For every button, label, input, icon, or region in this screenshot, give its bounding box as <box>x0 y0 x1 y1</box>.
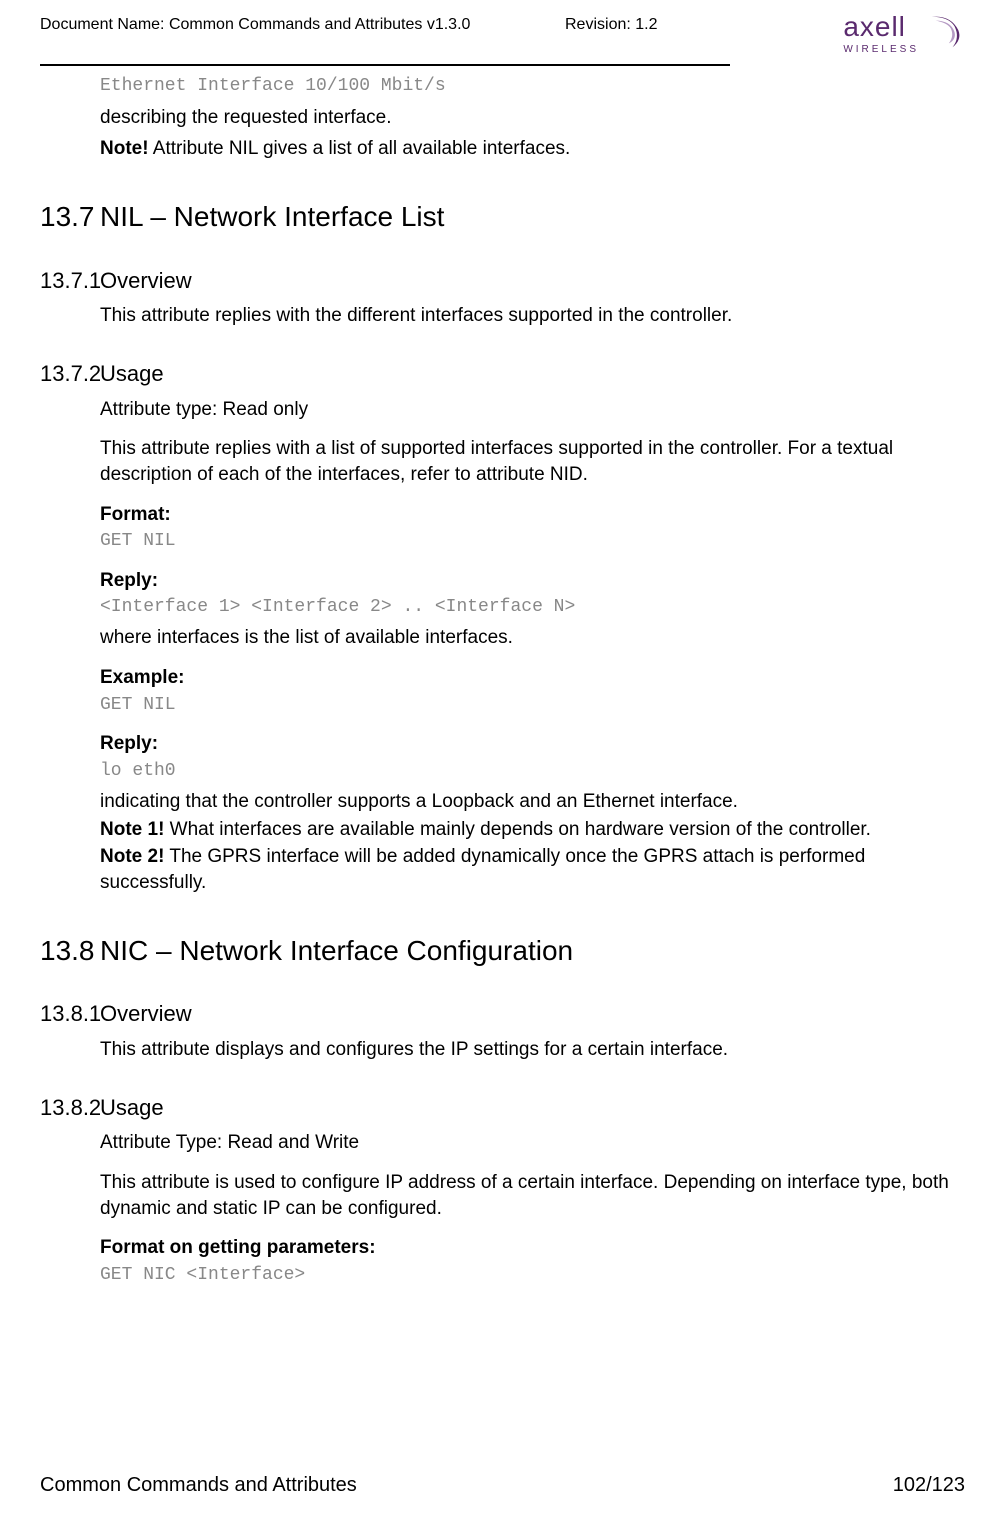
example-code: GET NIL <box>100 693 955 717</box>
usage-desc-text: This attribute is used to configure IP a… <box>100 1170 955 1221</box>
section-13-7: 13.7 NIL – Network Interface List <box>100 198 955 236</box>
doc-name: Document Name: Common Commands and Attri… <box>40 14 565 36</box>
note1-text: What interfaces are available mainly dep… <box>164 819 871 840</box>
page: Document Name: Common Commands and Attri… <box>0 0 1005 1287</box>
header-rule <box>40 64 730 66</box>
note2-text: The GPRS interface will be added dynamic… <box>100 846 865 893</box>
overview-text: This attribute replies with the differen… <box>100 303 955 329</box>
reply2-label: Reply: <box>100 731 955 757</box>
attr-type-text: Attribute Type: Read and Write <box>100 1130 955 1156</box>
note2-label: Note 2! <box>100 846 164 867</box>
format-label: Format: <box>100 502 955 528</box>
content-body: Ethernet Interface 10/100 Mbit/s describ… <box>40 74 965 1287</box>
section-number: 13.7.2 <box>40 359 120 389</box>
section-number: 13.7.1 <box>40 266 120 296</box>
logo-text: axell <box>843 8 921 46</box>
section-title: NIC – Network Interface Configuration <box>100 932 573 970</box>
example-label: Example: <box>100 665 955 691</box>
describing-text: describing the requested interface. <box>100 105 955 131</box>
reply-code: <Interface 1> <Interface 2> .. <Interfac… <box>100 595 955 619</box>
section-number: 13.8 <box>40 932 120 970</box>
attr-type-text: Attribute type: Read only <box>100 397 955 423</box>
section-13-7-2: 13.7.2 Usage <box>100 359 955 389</box>
format-code: GET NIL <box>100 529 955 553</box>
section-13-8-1: 13.8.1 Overview <box>100 999 955 1029</box>
section-13-7-1: 13.7.1 Overview <box>100 266 955 296</box>
doc-revision: Revision: 1.2 <box>565 14 785 36</box>
footer: Common Commands and Attributes 102/123 <box>40 1472 965 1499</box>
section-title: NIL – Network Interface List <box>100 198 444 236</box>
note-text: Attribute NIL gives a list of all availa… <box>149 138 571 159</box>
logo: axell WIRELESS <box>785 8 965 56</box>
overview-text: This attribute displays and configures t… <box>100 1037 955 1063</box>
footer-title: Common Commands and Attributes <box>40 1472 357 1499</box>
section-13-8-2: 13.8.2 Usage <box>100 1093 955 1123</box>
doc-header: Document Name: Common Commands and Attri… <box>40 10 965 62</box>
section-number: 13.8.1 <box>40 999 120 1029</box>
reply-desc: where interfaces is the list of availabl… <box>100 625 955 651</box>
section-number: 13.8.2 <box>40 1093 120 1123</box>
usage-desc-text: This attribute replies with a list of su… <box>100 436 955 487</box>
format-label: Format on getting parameters: <box>100 1235 955 1261</box>
format-code: GET NIC <Interface> <box>100 1263 955 1287</box>
reply2-desc: indicating that the controller supports … <box>100 789 955 815</box>
note1-label: Note 1! <box>100 819 164 840</box>
footer-page: 102/123 <box>893 1472 965 1499</box>
section-number: 13.7 <box>40 198 120 236</box>
logo-swoosh-icon <box>925 13 965 51</box>
ethernet-code-line: Ethernet Interface 10/100 Mbit/s <box>100 74 955 98</box>
note-label: Note! <box>100 138 149 159</box>
reply2-code: lo eth0 <box>100 759 955 783</box>
logo-subtext: WIRELESS <box>843 43 919 57</box>
section-13-8: 13.8 NIC – Network Interface Configurati… <box>100 932 955 970</box>
reply-label: Reply: <box>100 568 955 594</box>
